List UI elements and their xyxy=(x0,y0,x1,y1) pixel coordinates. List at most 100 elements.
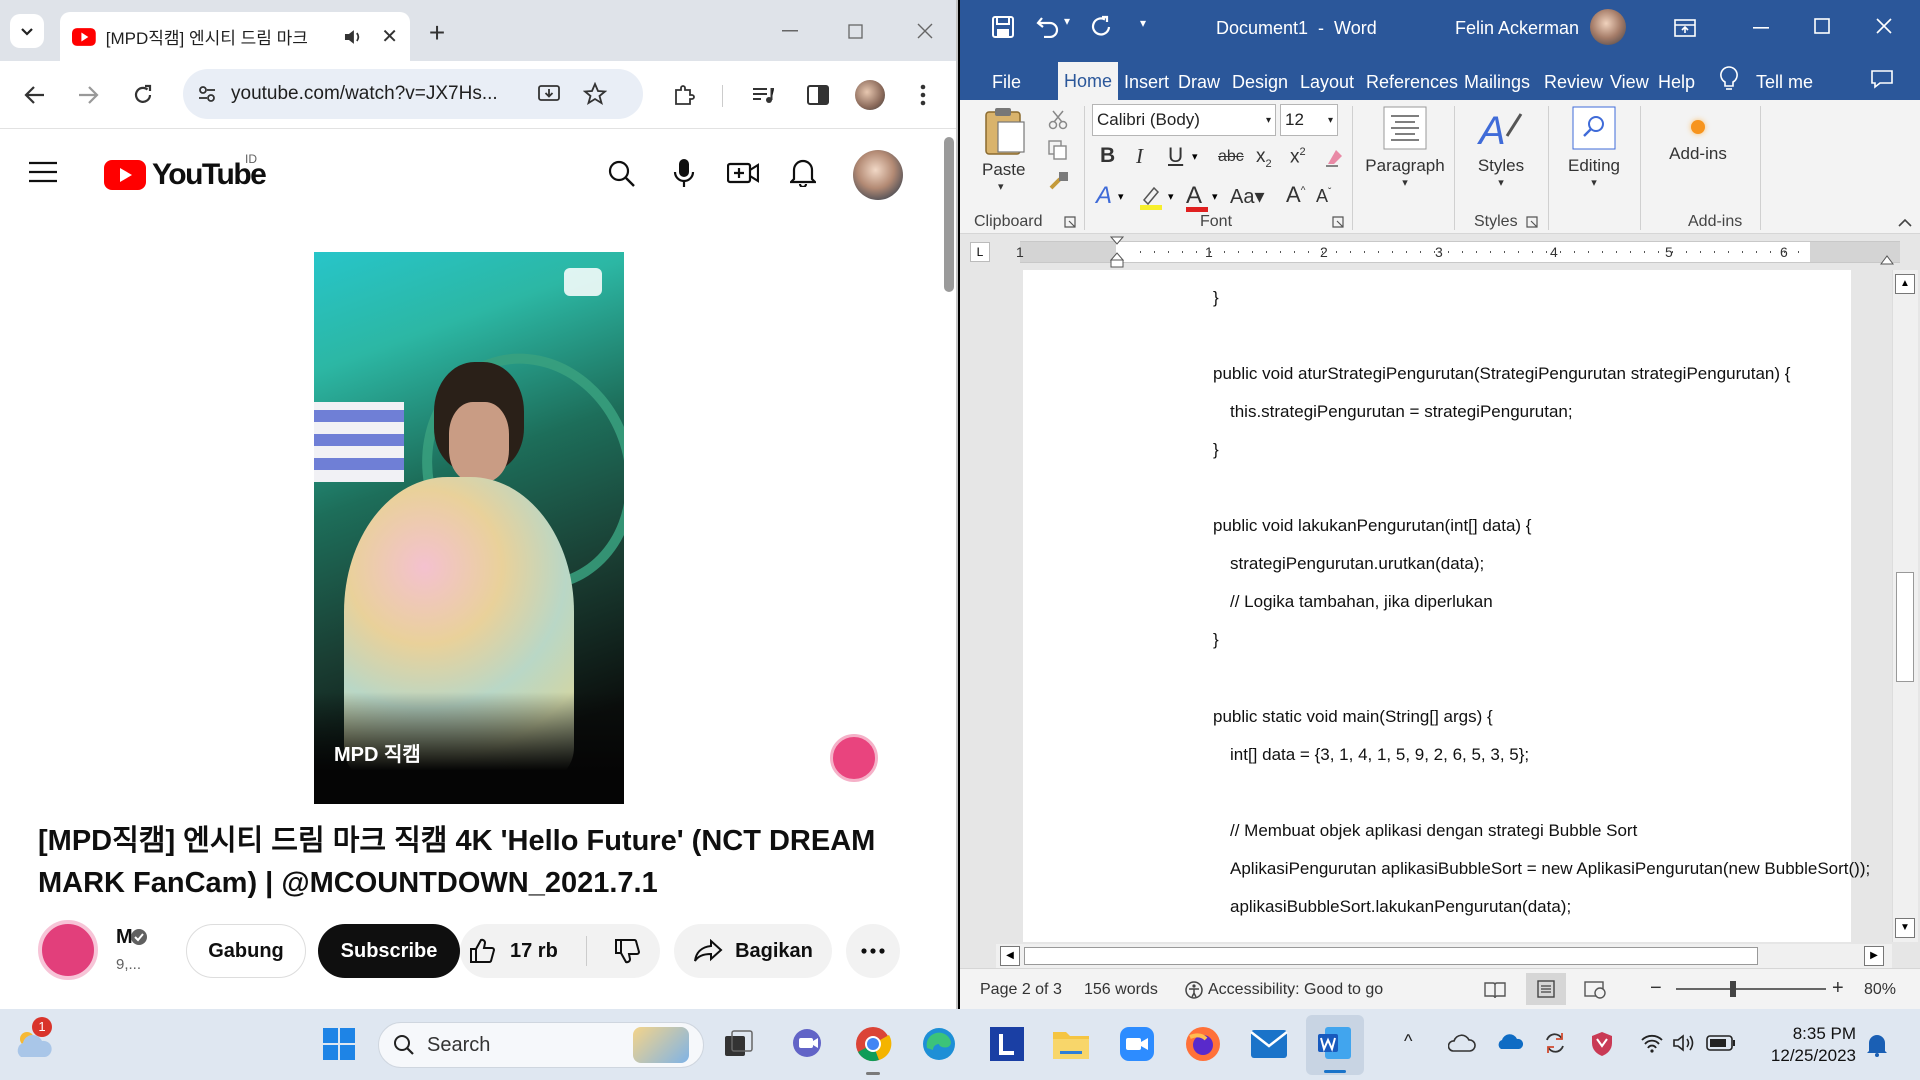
strikethrough-button[interactable]: abc xyxy=(1218,148,1244,166)
tab-help[interactable]: Help xyxy=(1654,64,1699,100)
taskbar-chrome[interactable] xyxy=(850,1021,896,1067)
italic-button[interactable]: I xyxy=(1136,144,1143,169)
share-button[interactable]: Bagikan xyxy=(674,924,832,978)
show-hidden-icons-button[interactable]: ^ xyxy=(1404,1031,1412,1052)
horizontal-scrollbar[interactable]: ◀ ▶ xyxy=(996,944,1892,968)
change-case-button[interactable]: Aa▾ xyxy=(1230,184,1265,209)
taskbar-zoom[interactable] xyxy=(1114,1021,1160,1067)
paste-dropdown-icon[interactable]: ▾ xyxy=(998,180,1032,193)
channel-watermark-icon[interactable] xyxy=(830,734,878,782)
taskbar-word-active[interactable] xyxy=(1306,1015,1364,1075)
task-view-button[interactable] xyxy=(716,1021,762,1067)
taskbar-mail[interactable] xyxy=(1246,1021,1292,1067)
highlight-button[interactable] xyxy=(1138,184,1164,210)
status-page-count[interactable]: Page 2 of 3 xyxy=(980,981,1062,999)
save-icon[interactable] xyxy=(992,16,1014,38)
undo-dropdown-icon[interactable]: ▾ xyxy=(1064,14,1070,28)
taskbar-app-l[interactable] xyxy=(984,1021,1030,1067)
addins-button[interactable]: Add-ins xyxy=(1650,106,1746,164)
zoom-slider-track[interactable] xyxy=(1676,988,1826,990)
underline-dropdown-icon[interactable]: ▾ xyxy=(1192,150,1198,163)
zoom-in-button[interactable]: + xyxy=(1832,977,1844,1000)
status-accessibility[interactable]: Accessibility: Good to go xyxy=(1208,981,1383,999)
superscript-button[interactable]: x2 xyxy=(1290,146,1306,168)
like-count[interactable]: 17 rb xyxy=(510,940,558,963)
status-word-count[interactable]: 156 words xyxy=(1084,981,1158,999)
thumbs-up-icon[interactable] xyxy=(468,937,496,965)
tab-file[interactable]: File xyxy=(988,64,1025,100)
youtube-logo[interactable]: YouTube xyxy=(104,158,267,192)
taskbar-edge[interactable] xyxy=(916,1021,962,1067)
ribbon-display-options-icon[interactable] xyxy=(1674,19,1696,37)
voice-search-button[interactable] xyxy=(673,158,695,188)
zoom-level[interactable]: 80% xyxy=(1864,981,1896,999)
tab-view[interactable]: View xyxy=(1606,64,1653,100)
channel-avatar[interactable] xyxy=(38,920,98,980)
vertical-scroll-thumb[interactable] xyxy=(1896,572,1914,682)
clear-formatting-icon[interactable] xyxy=(1324,146,1346,168)
search-button[interactable] xyxy=(608,160,636,188)
document-page[interactable]: } public void aturStrategiPengurutan(Str… xyxy=(1023,270,1870,942)
font-color-dropdown-icon[interactable]: ▾ xyxy=(1212,190,1218,203)
tell-me-search[interactable]: Tell me xyxy=(1752,64,1817,100)
format-painter-icon[interactable] xyxy=(1048,170,1070,192)
scroll-down-button[interactable]: ▼ xyxy=(1895,918,1915,938)
right-indent-marker-icon[interactable] xyxy=(1880,251,1894,265)
tab-review[interactable]: Review xyxy=(1540,64,1607,100)
sync-icon[interactable] xyxy=(1542,1031,1568,1055)
scroll-left-button[interactable]: ◀ xyxy=(1000,946,1020,966)
speaker-icon[interactable] xyxy=(343,28,363,46)
address-bar[interactable]: youtube.com/watch?v=JX7Hs... xyxy=(183,69,643,119)
styles-button[interactable]: A Styles ▾ xyxy=(1466,106,1536,189)
copy-icon[interactable] xyxy=(1048,140,1068,160)
system-clock[interactable]: 8:35 PM 12/25/2023 xyxy=(1771,1023,1856,1067)
join-button[interactable]: Gabung xyxy=(186,924,306,978)
thumbs-down-icon[interactable] xyxy=(613,937,641,965)
horizontal-scroll-thumb[interactable] xyxy=(1024,947,1758,965)
tab-mailings[interactable]: Mailings xyxy=(1460,64,1534,100)
onedrive-icon[interactable] xyxy=(1496,1033,1524,1051)
web-layout-icon[interactable] xyxy=(1584,981,1606,999)
font-size-box[interactable]: 12 ▾ xyxy=(1280,104,1338,136)
create-button[interactable] xyxy=(727,160,759,186)
zoom-out-button[interactable]: − xyxy=(1650,977,1662,1000)
profile-avatar-button[interactable] xyxy=(852,77,888,113)
account-avatar[interactable] xyxy=(853,150,903,200)
more-actions-button[interactable] xyxy=(846,924,900,978)
minimize-icon[interactable] xyxy=(1753,27,1769,29)
vpn-cloud-icon[interactable] xyxy=(1448,1033,1476,1053)
text-effects-button[interactable]: A xyxy=(1096,182,1112,210)
bold-button[interactable]: B xyxy=(1100,144,1115,168)
editing-button[interactable]: Editing ▾ xyxy=(1556,106,1632,189)
media-controls-button[interactable] xyxy=(745,77,781,113)
notification-bell-icon[interactable] xyxy=(1866,1033,1888,1057)
battery-icon[interactable] xyxy=(1706,1035,1736,1051)
underline-button[interactable]: U xyxy=(1168,144,1183,168)
scroll-up-button[interactable]: ▲ xyxy=(1895,274,1915,294)
taskbar-firefox[interactable] xyxy=(1180,1021,1226,1067)
print-layout-button[interactable] xyxy=(1526,973,1566,1005)
font-color-button[interactable]: A xyxy=(1186,182,1208,212)
paragraph-button[interactable]: Paragraph ▾ xyxy=(1364,106,1446,189)
page-scrollbar-thumb[interactable] xyxy=(944,137,954,292)
customize-qat-icon[interactable]: ▾ xyxy=(1140,16,1146,30)
minimize-button[interactable] xyxy=(770,14,810,48)
read-mode-icon[interactable] xyxy=(1484,981,1506,999)
hamburger-menu-button[interactable] xyxy=(28,161,58,183)
font-name-box[interactable]: Calibri (Body) ▾ xyxy=(1092,104,1276,136)
tab-search-button[interactable] xyxy=(10,14,44,48)
wifi-icon[interactable] xyxy=(1640,1033,1664,1053)
tab-insert[interactable]: Insert xyxy=(1120,64,1173,100)
grow-font-button[interactable]: A^ xyxy=(1286,182,1305,208)
taskbar-search[interactable]: Search xyxy=(378,1022,704,1068)
teams-chat-button[interactable] xyxy=(784,1021,830,1067)
close-icon[interactable] xyxy=(1876,18,1892,34)
volume-icon[interactable] xyxy=(1672,1033,1696,1053)
bookmark-star-icon[interactable] xyxy=(583,82,607,106)
indent-marker-icon[interactable] xyxy=(1110,236,1124,268)
start-button[interactable] xyxy=(316,1021,362,1067)
cut-icon[interactable] xyxy=(1048,110,1068,130)
user-avatar[interactable] xyxy=(1590,9,1626,45)
shrink-font-button[interactable]: Aˇ xyxy=(1316,186,1331,207)
accessibility-icon[interactable] xyxy=(1184,980,1204,1000)
